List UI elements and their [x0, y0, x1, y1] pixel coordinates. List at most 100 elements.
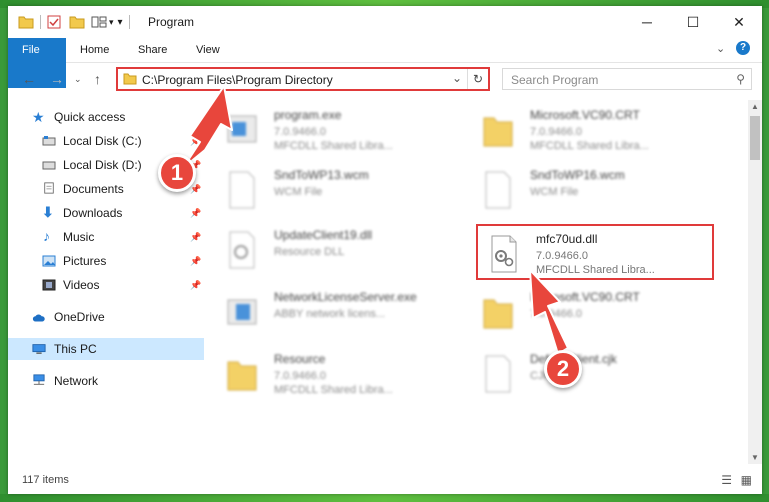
download-icon: ⬇	[42, 204, 54, 220]
file-item-resource[interactable]: Resource 7.0.9466.0 MFCDLL Shared Libra.…	[218, 350, 458, 400]
file-item-sndtowp13[interactable]: SndToWP13.wcm WCM File	[218, 166, 458, 216]
back-arrow-icon[interactable]: ←	[22, 71, 36, 87]
forward-arrow-icon[interactable]: →	[50, 71, 64, 87]
pin-icon[interactable]: 📌	[190, 280, 201, 291]
tab-home[interactable]: Home	[66, 38, 123, 62]
sidebar-item-label: Local Disk (D:)	[63, 158, 142, 172]
recent-locations-icon[interactable]: ⌄	[74, 74, 82, 85]
item-count: 117 items	[22, 474, 69, 486]
file-item-vc90-crt[interactable]: Microsoft.VC90.CRT 7.0.9466.0 MFCDLL Sha…	[474, 106, 714, 156]
sidebar-item-local-disk-c[interactable]: Local Disk (C:) 📌	[8, 130, 204, 152]
expand-ribbon-icon[interactable]: ⌄	[716, 42, 725, 55]
videos-icon	[42, 279, 56, 291]
pin-icon[interactable]: 📌	[190, 256, 201, 267]
search-input[interactable]: Search Program ⚲	[502, 68, 752, 90]
maximize-button[interactable]: ☐	[670, 6, 716, 38]
scroll-up-icon[interactable]: ▲	[751, 102, 759, 111]
scroll-down-icon[interactable]: ▼	[751, 453, 759, 462]
desktop-background-bottom	[0, 494, 769, 502]
scrollbar-thumb[interactable]	[750, 116, 760, 160]
highlight-box	[476, 224, 714, 280]
pin-icon[interactable]: 📌	[190, 232, 201, 243]
file-item-sndtowp16[interactable]: SndToWP16.wcm WCM File	[474, 166, 714, 216]
pictures-icon	[42, 255, 56, 267]
navigation-bar: ← → ⌄ ↑ C:\Program Files\Program Directo…	[8, 62, 762, 96]
sidebar-item-label: Documents	[63, 182, 124, 196]
file-name: Microsoft.VC90.CRT	[530, 290, 640, 304]
up-arrow-icon[interactable]: ↑	[94, 71, 101, 87]
window-title: Program	[148, 15, 195, 29]
file-item-program-exe[interactable]: program.exe 7.0.9466.0 MFCDLL Shared Lib…	[218, 106, 458, 156]
close-button[interactable]: ✕	[716, 6, 762, 38]
sidebar-item-quick-access[interactable]: ★ Quick access	[8, 106, 204, 128]
file-item-networklicenseserver[interactable]: NetworkLicenseServer.exe ABBY network li…	[218, 288, 458, 338]
file-detail: MFCDLL Shared Libra...	[274, 384, 393, 396]
file-detail: MFCDLL Shared Libra...	[274, 140, 393, 152]
tab-share[interactable]: Share	[124, 38, 181, 62]
customize-toolbar-icon[interactable]: ▾	[118, 17, 123, 28]
toolbar-divider	[40, 15, 41, 29]
toolbar-divider	[128, 15, 130, 29]
sidebar-item-downloads[interactable]: ⬇ Downloads 📌	[8, 202, 204, 224]
vertical-scrollbar[interactable]: ▲ ▼	[748, 100, 762, 464]
file-name: program.exe	[274, 108, 342, 122]
drive-icon	[42, 161, 56, 170]
document-file-icon	[485, 355, 511, 393]
step-badge-2: 2	[544, 350, 582, 388]
file-item-defaultclient-cjk[interactable]: DefaultClient.cjk CJK File	[474, 350, 714, 400]
sidebar-item-this-pc[interactable]: This PC	[8, 338, 204, 360]
status-bar: 117 items ☰ ▦	[8, 466, 762, 494]
network-icon	[33, 374, 45, 385]
music-icon: ♪	[43, 228, 50, 244]
pin-icon[interactable]: 📌	[190, 136, 201, 147]
view-options-icon[interactable]	[91, 15, 107, 29]
file-item-updateclient19[interactable]: UpdateClient19.dll Resource DLL	[218, 226, 458, 276]
chevron-down-icon[interactable]: ▾	[109, 17, 114, 28]
pin-icon[interactable]: 📌	[190, 208, 201, 219]
file-detail: 7.0.9466.0	[530, 126, 582, 138]
document-file-icon	[229, 171, 255, 209]
sidebar-item-music[interactable]: ♪ Music 📌	[8, 226, 204, 248]
file-detail: ABBY network licens...	[274, 308, 386, 320]
help-icon[interactable]: ?	[736, 41, 750, 55]
tab-view[interactable]: View	[182, 38, 234, 62]
file-detail: 7.0.9466.0	[274, 370, 326, 382]
search-placeholder: Search Program	[511, 73, 599, 87]
sidebar-item-network[interactable]: Network	[8, 370, 204, 392]
file-detail: MFCDLL Shared Libra...	[530, 140, 649, 152]
minimize-button[interactable]: ─	[624, 6, 670, 38]
exe-file-icon	[227, 115, 257, 143]
step-badge-1: 1	[158, 154, 196, 192]
documents-icon	[44, 182, 54, 194]
new-folder-icon[interactable]	[69, 15, 85, 29]
sidebar-item-label: Music	[63, 230, 95, 244]
computer-icon	[32, 344, 46, 354]
folder-icon[interactable]	[18, 15, 34, 29]
folder-icon	[483, 117, 513, 147]
file-detail: WCM File	[274, 186, 323, 198]
folder-icon	[123, 73, 137, 85]
pin-icon[interactable]: 📌	[190, 184, 201, 195]
sidebar-item-label: OneDrive	[54, 310, 105, 324]
properties-icon[interactable]	[47, 15, 61, 29]
sidebar-item-label: Local Disk (C:)	[63, 134, 142, 148]
file-name: Resource	[274, 352, 326, 366]
address-dropdown-icon[interactable]: ⌄	[452, 71, 462, 85]
exe-file-icon	[227, 299, 257, 325]
document-file-icon	[485, 171, 511, 209]
sidebar-item-pictures[interactable]: Pictures 📌	[8, 250, 204, 272]
sidebar-item-onedrive[interactable]: OneDrive	[8, 306, 204, 328]
details-view-icon[interactable]: ☰	[721, 473, 732, 487]
address-path: C:\Program Files\Program Directory	[142, 73, 333, 87]
file-item-vc90-crt-2[interactable]: Microsoft.VC90.CRT 7.0.9466.0	[474, 288, 714, 338]
folder-icon	[227, 361, 257, 391]
drive-icon	[42, 136, 56, 146]
sidebar-item-videos[interactable]: Videos 📌	[8, 274, 204, 296]
file-name: SndToWP16.wcm	[530, 168, 625, 182]
file-detail: 7.0.9466.0	[530, 308, 582, 320]
refresh-icon[interactable]: ↻	[467, 69, 488, 89]
file-name: NetworkLicenseServer.exe	[274, 290, 417, 304]
address-bar[interactable]: C:\Program Files\Program Directory ⌄ ↻	[116, 67, 490, 91]
large-icons-view-icon[interactable]: ▦	[741, 473, 752, 487]
file-list: program.exe 7.0.9466.0 MFCDLL Shared Lib…	[218, 100, 740, 460]
